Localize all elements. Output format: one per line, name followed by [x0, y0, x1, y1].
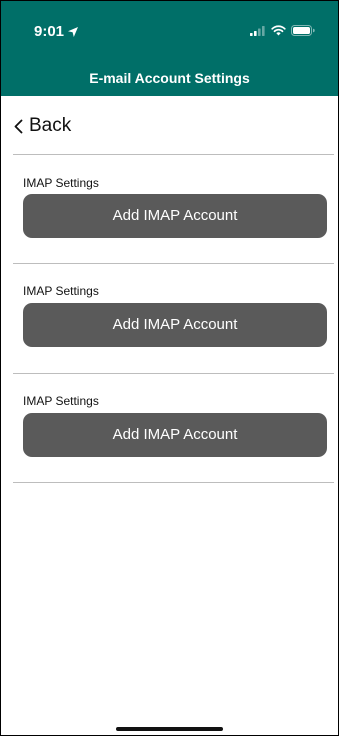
location-arrow-icon — [68, 26, 79, 37]
home-indicator[interactable] — [116, 727, 223, 731]
divider — [13, 263, 334, 264]
divider — [13, 154, 334, 155]
status-bar-icons — [250, 25, 315, 36]
status-bar-time: 9:01 — [34, 23, 79, 40]
chevron-left-icon — [14, 119, 23, 133]
back-label: Back — [29, 115, 72, 136]
imap-settings-label: IMAP Settings — [23, 176, 99, 190]
imap-settings-label: IMAP Settings — [23, 394, 99, 408]
status-time-text: 9:01 — [34, 23, 65, 40]
add-imap-account-button[interactable]: Add IMAP Account — [23, 303, 327, 347]
add-imap-account-button[interactable]: Add IMAP Account — [23, 194, 327, 238]
divider — [13, 482, 334, 483]
wifi-icon — [271, 25, 286, 36]
signal-icon — [250, 26, 265, 36]
page-title: E-mail Account Settings — [89, 70, 250, 86]
imap-settings-label: IMAP Settings — [23, 284, 99, 298]
back-button[interactable]: Back — [14, 115, 71, 137]
add-imap-account-button[interactable]: Add IMAP Account — [23, 413, 327, 457]
battery-icon — [291, 25, 315, 36]
divider — [13, 373, 334, 374]
phone-screen: 9:01 E-mail Account Settings Back IMAP S… — [0, 0, 339, 736]
